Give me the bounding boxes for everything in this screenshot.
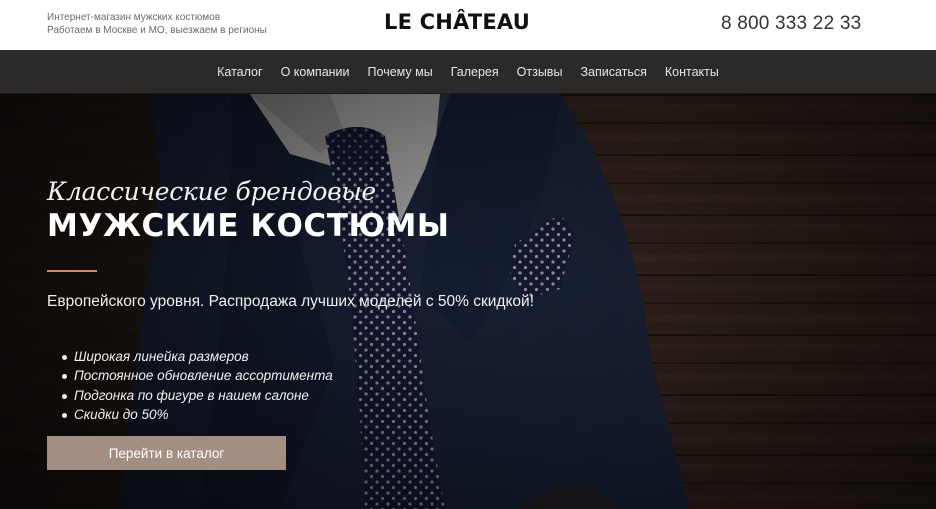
nav-item-gallery[interactable]: Галерея [451, 65, 499, 79]
feature-item-tailoring: Подгонка по фигуре в нашем салоне [62, 386, 333, 405]
feature-item-assortment: Постоянное обновление ассортимента [62, 366, 333, 385]
nav-item-why-us[interactable]: Почему мы [368, 65, 433, 79]
main-nav: Каталог О компании Почему мы Галерея Отз… [0, 50, 936, 94]
features-list: Широкая линейка размеров Постоянное обно… [62, 347, 333, 424]
nav-item-catalog[interactable]: Каталог [217, 65, 262, 79]
main-navigation-bar: Каталог О компании Почему мы Галерея Отз… [0, 50, 936, 94]
site-logo[interactable]: LE CHÂTEAU [384, 10, 530, 34]
tagline-line-2: Работаем в Москве и МО, выезжаем в регио… [47, 25, 267, 36]
nav-item-contacts[interactable]: Контакты [665, 65, 719, 79]
hero-title: МУЖСКИЕ КОСТЮМЫ [47, 208, 450, 244]
feature-item-sizes: Широкая линейка размеров [62, 347, 333, 366]
nav-item-about[interactable]: О компании [281, 65, 350, 79]
feature-item-discounts: Скидки до 50% [62, 405, 333, 424]
phone-number[interactable]: 8 800 333 22 33 [721, 13, 861, 35]
header-tagline: Интернет-магазин мужских костюмов Работа… [47, 11, 267, 37]
accent-divider [47, 270, 97, 272]
hero-lead-text: Европейского уровня. Распродажа лучших м… [47, 293, 535, 310]
nav-item-signup[interactable]: Записаться [580, 65, 646, 79]
tagline-line-1: Интернет-магазин мужских костюмов [47, 12, 221, 23]
go-to-catalog-button[interactable]: Перейти в каталог [47, 436, 286, 470]
hero-subtitle: Классические брендовые [47, 177, 376, 206]
hero-section: Классические брендовые МУЖСКИЕ КОСТЮМЫ Е… [0, 94, 936, 509]
nav-item-reviews[interactable]: Отзывы [517, 65, 563, 79]
site-header: Интернет-магазин мужских костюмов Работа… [0, 0, 936, 50]
